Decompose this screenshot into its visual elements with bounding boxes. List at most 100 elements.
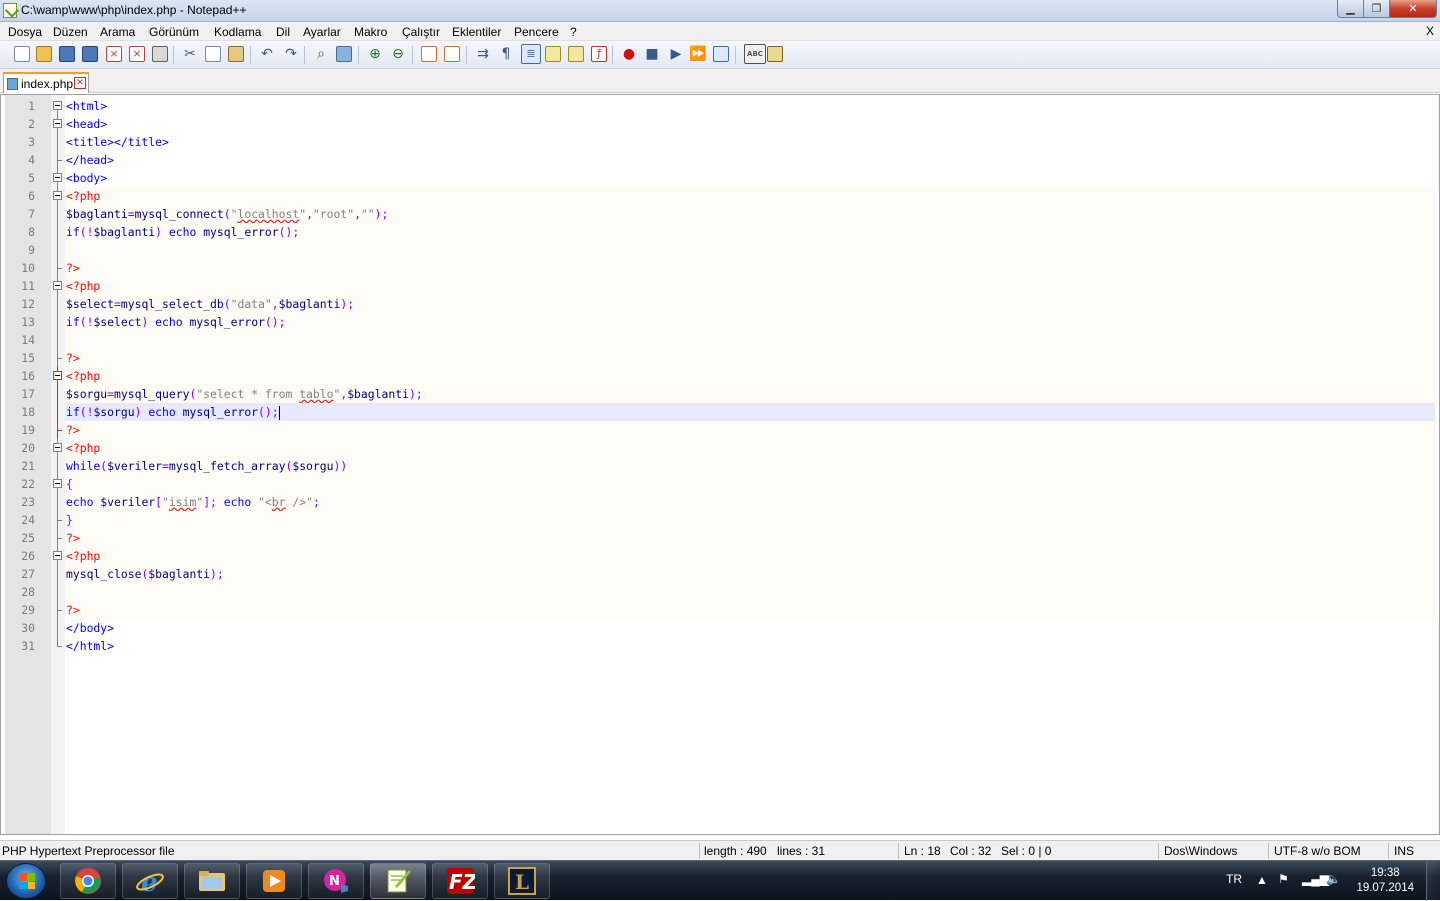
code-text[interactable]: $select=mysql_select_db("data",$baglanti… [65, 295, 1435, 313]
code-text[interactable] [65, 241, 1435, 259]
code-text[interactable]: echo $veriler["isim"]; echo "<br />"; [65, 493, 1435, 511]
maximize-button[interactable]: ❐ [1364, 0, 1390, 18]
code-line[interactable]: 1 <html> [1, 97, 1439, 115]
code-line[interactable]: 26 <?php [1, 547, 1439, 565]
code-line[interactable]: 6 <?php [1, 187, 1439, 205]
volume-icon[interactable]: 🔈 [1326, 872, 1341, 886]
show-hidden-icons-icon[interactable]: ▲ [1256, 873, 1268, 887]
code-line[interactable]: 5 <body> [1, 169, 1439, 187]
save-all-icon[interactable] [82, 46, 98, 62]
status-encoding[interactable]: UTF-8 w/o BOM [1274, 844, 1361, 858]
code-line[interactable]: 20 <?php [1, 439, 1439, 457]
menu-kodlama[interactable]: Kodlama [214, 25, 261, 39]
user-lang-icon[interactable] [545, 46, 561, 62]
code-line[interactable]: 31 </html> [1, 637, 1439, 655]
sync-v-icon[interactable] [421, 46, 437, 62]
code-text[interactable]: <?php [65, 547, 1435, 565]
taskbar-chrome[interactable] [60, 863, 116, 899]
code-line[interactable]: 14 [1, 331, 1439, 349]
fold-toggle-icon[interactable] [53, 475, 63, 493]
code-line[interactable]: 11 <?php [1, 277, 1439, 295]
zoom-in-icon[interactable]: ⊕ [367, 46, 383, 62]
code-line[interactable]: 22 { [1, 475, 1439, 493]
code-text[interactable]: <?php [65, 367, 1435, 385]
menu-gorunum[interactable]: Görünüm [149, 25, 199, 39]
redo-icon[interactable]: ↷ [283, 46, 299, 62]
word-wrap-icon[interactable]: ⇉ [475, 46, 491, 62]
code-text[interactable]: if(!$select) echo mysql_error(); [65, 313, 1435, 331]
status-eol[interactable]: Dos\Windows [1164, 844, 1237, 858]
code-line[interactable]: 28 [1, 583, 1439, 601]
code-text[interactable] [65, 331, 1435, 349]
code-line[interactable]: 4 </head> [1, 151, 1439, 169]
minimize-button[interactable]: ▁ [1337, 0, 1364, 18]
fold-toggle-icon[interactable] [53, 169, 63, 187]
code-text[interactable]: <head> [65, 115, 1435, 133]
code-text[interactable]: </body> [65, 619, 1435, 637]
show-desktop-button[interactable] [1426, 861, 1440, 901]
code-line[interactable]: 21 while($veriler=mysql_fetch_array($sorg… [1, 457, 1439, 475]
code-text[interactable]: mysql_close($baglanti); [65, 565, 1435, 583]
code-line[interactable]: 13 if(!$select) echo mysql_error(); [1, 313, 1439, 331]
code-text[interactable]: ?> [65, 349, 1435, 367]
code-text[interactable]: <?php [65, 277, 1435, 295]
code-text[interactable]: while($veriler=mysql_fetch_array($sorgu)… [65, 457, 1435, 475]
code-text[interactable]: <body> [65, 169, 1435, 187]
menu-dosya[interactable]: Dosya [8, 25, 42, 39]
function-list-icon[interactable]: ƒ [591, 46, 607, 62]
sync-h-icon[interactable] [444, 46, 460, 62]
code-line[interactable]: 30 </body> [1, 619, 1439, 637]
close-window-button[interactable]: ✕ [1390, 0, 1437, 18]
cut-icon[interactable]: ✂ [182, 46, 198, 62]
close-icon[interactable]: × [106, 46, 122, 62]
code-text[interactable]: <?php [65, 439, 1435, 457]
run-macro-multiple-icon[interactable]: ⏩ [689, 46, 706, 62]
spell-check-icon[interactable]: ABC [744, 44, 766, 64]
taskbar-ie[interactable]: e [122, 863, 178, 899]
record-macro-icon[interactable]: ● [621, 46, 637, 62]
save-icon[interactable] [59, 46, 75, 62]
plugin-icon[interactable] [767, 46, 783, 62]
indent-guide-icon[interactable]: ≣ [521, 44, 541, 64]
stop-record-icon[interactable]: ■ [644, 46, 660, 62]
code-line[interactable]: 9 [1, 241, 1439, 259]
show-all-chars-icon[interactable]: ¶ [498, 46, 514, 62]
find-icon[interactable]: ⌕ [313, 46, 329, 62]
menu-makro[interactable]: Makro [354, 25, 387, 39]
code-line[interactable]: 8 if(!$baglanti) echo mysql_error(); [1, 223, 1439, 241]
code-text[interactable] [65, 583, 1435, 601]
fold-toggle-icon[interactable] [53, 97, 63, 115]
taskbar-explorer[interactable] [184, 863, 240, 899]
taskbar-filezilla[interactable]: FZ [432, 863, 488, 899]
replace-icon[interactable] [336, 46, 352, 62]
code-text[interactable]: { [65, 475, 1435, 493]
code-area[interactable]: 1 <html> 2 <head> 3 <title></title> 4 </head> 5 <… [1, 97, 1439, 655]
notepadpp-app-icon[interactable] [3, 3, 17, 18]
code-text[interactable]: ?> [65, 601, 1435, 619]
tab-close-icon[interactable]: ✕ [74, 77, 86, 89]
code-text[interactable]: } [65, 511, 1435, 529]
code-line[interactable]: 18 if(!$sorgu) echo mysql_error(); [1, 403, 1439, 421]
menu-pencere[interactable]: Pencere [514, 25, 559, 39]
menu-eklentiler[interactable]: Eklentiler [452, 25, 501, 39]
menu-dil[interactable]: Dil [276, 25, 290, 39]
taskbar-nero[interactable]: N [308, 863, 364, 899]
code-text[interactable]: ?> [65, 421, 1435, 439]
code-text[interactable]: if(!$baglanti) echo mysql_error(); [65, 223, 1435, 241]
open-file-icon[interactable] [36, 46, 52, 62]
fold-toggle-icon[interactable] [53, 439, 63, 457]
taskbar-media-player[interactable] [246, 863, 302, 899]
zoom-out-icon[interactable]: ⊖ [390, 46, 406, 62]
play-macro-icon[interactable]: ▶ [668, 46, 684, 62]
new-file-icon[interactable] [14, 46, 30, 62]
code-line[interactable]: 29 ?> [1, 601, 1439, 619]
fold-toggle-icon[interactable] [53, 277, 63, 295]
tab-index-php[interactable]: index.php ✕ [3, 72, 89, 93]
code-line[interactable]: 10 ?> [1, 259, 1439, 277]
save-macro-icon[interactable] [713, 46, 729, 62]
close-all-icon[interactable]: × [129, 46, 145, 62]
code-line[interactable]: 12 $select=mysql_select_db("data",$baglan… [1, 295, 1439, 313]
menu-ayarlar[interactable]: Ayarlar [303, 25, 341, 39]
paste-icon[interactable] [228, 46, 244, 62]
code-line[interactable]: 23 echo $veriler["isim"]; echo "<br />"; [1, 493, 1439, 511]
